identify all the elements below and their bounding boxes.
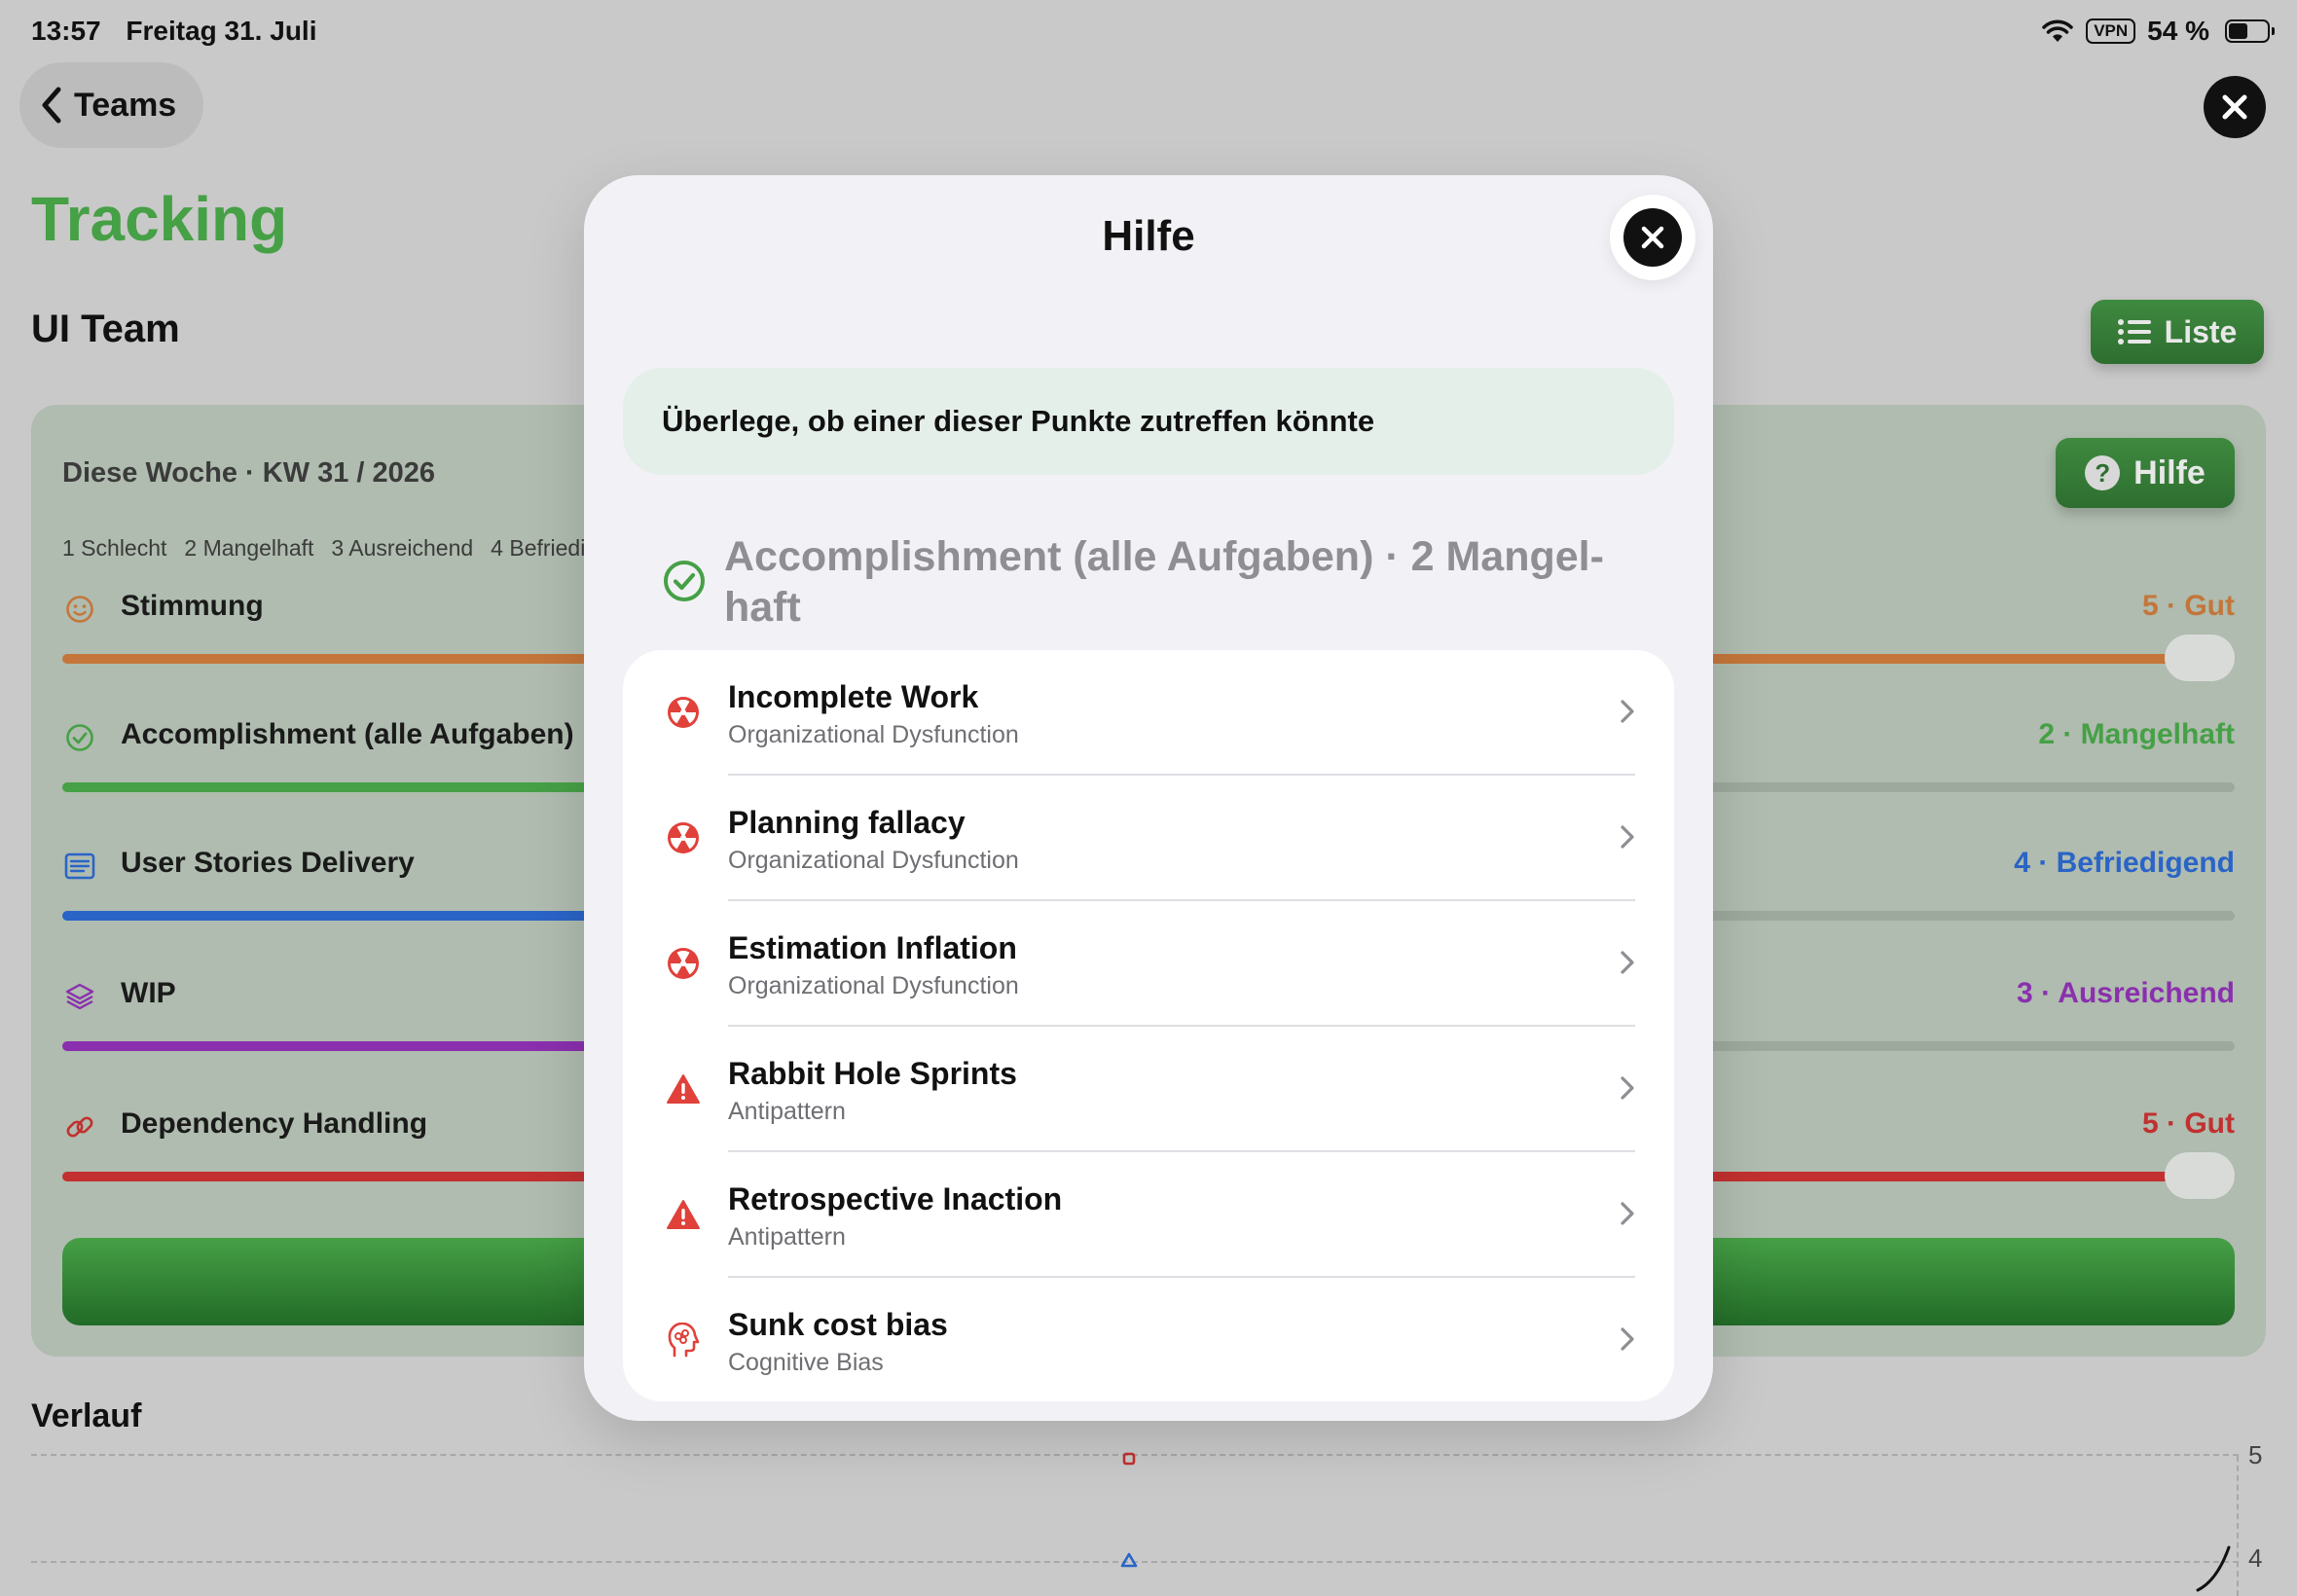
battery-icon (2225, 19, 2275, 43)
question-circle-icon: ? (2085, 455, 2121, 490)
metric-name: Accomplishment (alle Aufgaben) (121, 718, 574, 750)
page-title: Tracking (31, 184, 288, 254)
list-card-icon (62, 849, 97, 884)
list-item-texts: Incomplete Work Organizational Dysfuncti… (728, 679, 1019, 749)
modal-close-button[interactable] (1610, 195, 1695, 280)
status-left: 13:57 Freitag 31. Juli (31, 16, 334, 47)
metric-name: Stimmung (121, 590, 264, 622)
history-title: Verlauf (31, 1397, 142, 1434)
y-tick: 5 (2248, 1440, 2263, 1469)
modal-title: Hilfe (1102, 212, 1195, 260)
list-item-retrospective-inaction[interactable]: Retrospective Inaction Antipattern (623, 1152, 1674, 1278)
metric-value: 4 · Befriedigend (2014, 847, 2235, 879)
list-item-subtitle: Organizational Dysfunction (728, 847, 1019, 874)
chevron-right-icon (1621, 825, 1634, 849)
help-item-list: Incomplete Work Organizational Dysfuncti… (623, 650, 1674, 1401)
chevron-right-icon (1621, 951, 1634, 974)
brain-head-icon (666, 1323, 701, 1358)
list-button-label: Liste (2164, 313, 2238, 349)
y-tick: 4 (2248, 1543, 2263, 1573)
week-label: Diese Woche · KW 31 / 2026 (62, 457, 436, 489)
list-item-title: Sunk cost bias (728, 1307, 948, 1342)
hint-banner: Überlege, ob einer dieser Punkte zutreff… (623, 368, 1674, 475)
metric-slider-knob[interactable] (2165, 1152, 2235, 1199)
radiation-icon (666, 820, 701, 855)
section-title: Accomplishment (alle Aufgaben) · 2 Mange… (724, 533, 1604, 631)
metric-slider-knob[interactable] (2165, 635, 2235, 681)
list-item-subtitle: Organizational Dysfunction (728, 721, 1019, 748)
chevron-right-icon (1621, 1076, 1634, 1100)
status-time: 13:57 (31, 16, 101, 46)
list-item-texts: Retrospective Inaction Antipattern (728, 1181, 1062, 1251)
metric-value: 2 · Mangelhaft (2038, 718, 2235, 750)
status-date: Freitag 31. Juli (126, 16, 317, 46)
layers-icon (62, 979, 97, 1014)
list-item-texts: Estimation Inflation Organizational Dysf… (728, 930, 1019, 1000)
smiley-icon (62, 592, 97, 627)
link-icon (62, 1109, 97, 1144)
metric-slider-fill (62, 782, 605, 792)
close-screen-button[interactable] (2204, 76, 2266, 138)
metric-value: 5 · Gut (2142, 590, 2235, 622)
list-item-subtitle: Organizational Dysfunction (728, 972, 1019, 999)
close-icon (1623, 208, 1682, 267)
rating-legend: 1 Schlecht 2 Mangelhaft 3 Ausreichend 4 … (62, 535, 588, 562)
chevron-right-icon (1621, 1202, 1634, 1225)
list-item-title: Rabbit Hole Sprints (728, 1056, 1017, 1091)
list-item-texts: Planning fallacy Organizational Dysfunct… (728, 805, 1019, 875)
chart-edge (2237, 1456, 2239, 1596)
metric-value: 5 · Gut (2142, 1107, 2235, 1140)
battery-percent: 54 % (2147, 16, 2209, 46)
legend-item: 4 Befriedigend (491, 535, 588, 561)
wifi-icon (2042, 19, 2073, 42)
chevron-right-icon (1621, 700, 1634, 723)
legend-item: 3 Ausreichend (331, 535, 474, 561)
status-bar: 13:57 Freitag 31. Juli VPN 54 % (31, 14, 2275, 49)
history-marker-red (1122, 1452, 1136, 1466)
team-title: UI Team (31, 308, 180, 350)
list-item-title: Planning fallacy (728, 805, 966, 840)
chart-line-segment (2196, 1545, 2231, 1592)
warning-triangle-icon (666, 1071, 701, 1106)
status-right: VPN 54 % (2041, 16, 2275, 47)
list-icon (2117, 319, 2151, 345)
close-icon (2222, 94, 2247, 120)
list-item-texts: Sunk cost bias Cognitive Bias (728, 1307, 948, 1377)
help-modal: Hilfe Überlege, ob einer dieser Punkte z… (584, 175, 1713, 1421)
metric-value: 3 · Ausreichend (2017, 977, 2235, 1009)
list-item-title: Retrospective Inaction (728, 1181, 1063, 1216)
metric-name: WIP (121, 977, 176, 1009)
chevron-left-icon (42, 87, 61, 124)
check-circle-icon (62, 720, 97, 755)
list-item-texts: Rabbit Hole Sprints Antipattern (728, 1056, 1017, 1126)
list-item-subtitle: Cognitive Bias (728, 1349, 884, 1376)
list-item-rabbit-hole-sprints[interactable]: Rabbit Hole Sprints Antipattern (623, 1027, 1674, 1152)
metric-name: Dependency Handling (121, 1107, 428, 1140)
vpn-badge: VPN (2086, 18, 2136, 44)
list-item-subtitle: Antipattern (728, 1223, 846, 1251)
list-item-estimation-inflation[interactable]: Estimation Inflation Organizational Dysf… (623, 901, 1674, 1027)
list-item-incomplete-work[interactable]: Incomplete Work Organizational Dysfuncti… (623, 650, 1674, 776)
list-item-sunk-cost-bias[interactable]: Sunk cost bias Cognitive Bias (623, 1278, 1674, 1401)
list-item-title: Incomplete Work (728, 679, 979, 714)
help-button[interactable]: ? Hilfe (2056, 438, 2235, 508)
help-button-label: Hilfe (2133, 453, 2206, 491)
list-item-subtitle: Antipattern (728, 1098, 846, 1125)
back-button-label: Teams (74, 86, 177, 124)
history-chart (31, 1452, 2239, 1596)
back-button[interactable]: Teams (19, 62, 204, 148)
chevron-right-icon (1621, 1327, 1634, 1351)
warning-triangle-icon (666, 1197, 701, 1232)
legend-item: 2 Mangelhaft (184, 535, 314, 561)
section-header: Accomplishment (alle Aufgaben) · 2 Mange… (662, 531, 1674, 633)
metric-name: User Stories Delivery (121, 847, 415, 879)
radiation-icon (666, 695, 701, 730)
history-marker-blue (1120, 1552, 1138, 1568)
list-item-title: Estimation Inflation (728, 930, 1017, 965)
list-button[interactable]: Liste (2091, 300, 2264, 364)
legend-item: 1 Schlecht (62, 535, 167, 561)
check-circle-icon (664, 561, 705, 601)
list-item-planning-fallacy[interactable]: Planning fallacy Organizational Dysfunct… (623, 776, 1674, 901)
radiation-icon (666, 946, 701, 981)
